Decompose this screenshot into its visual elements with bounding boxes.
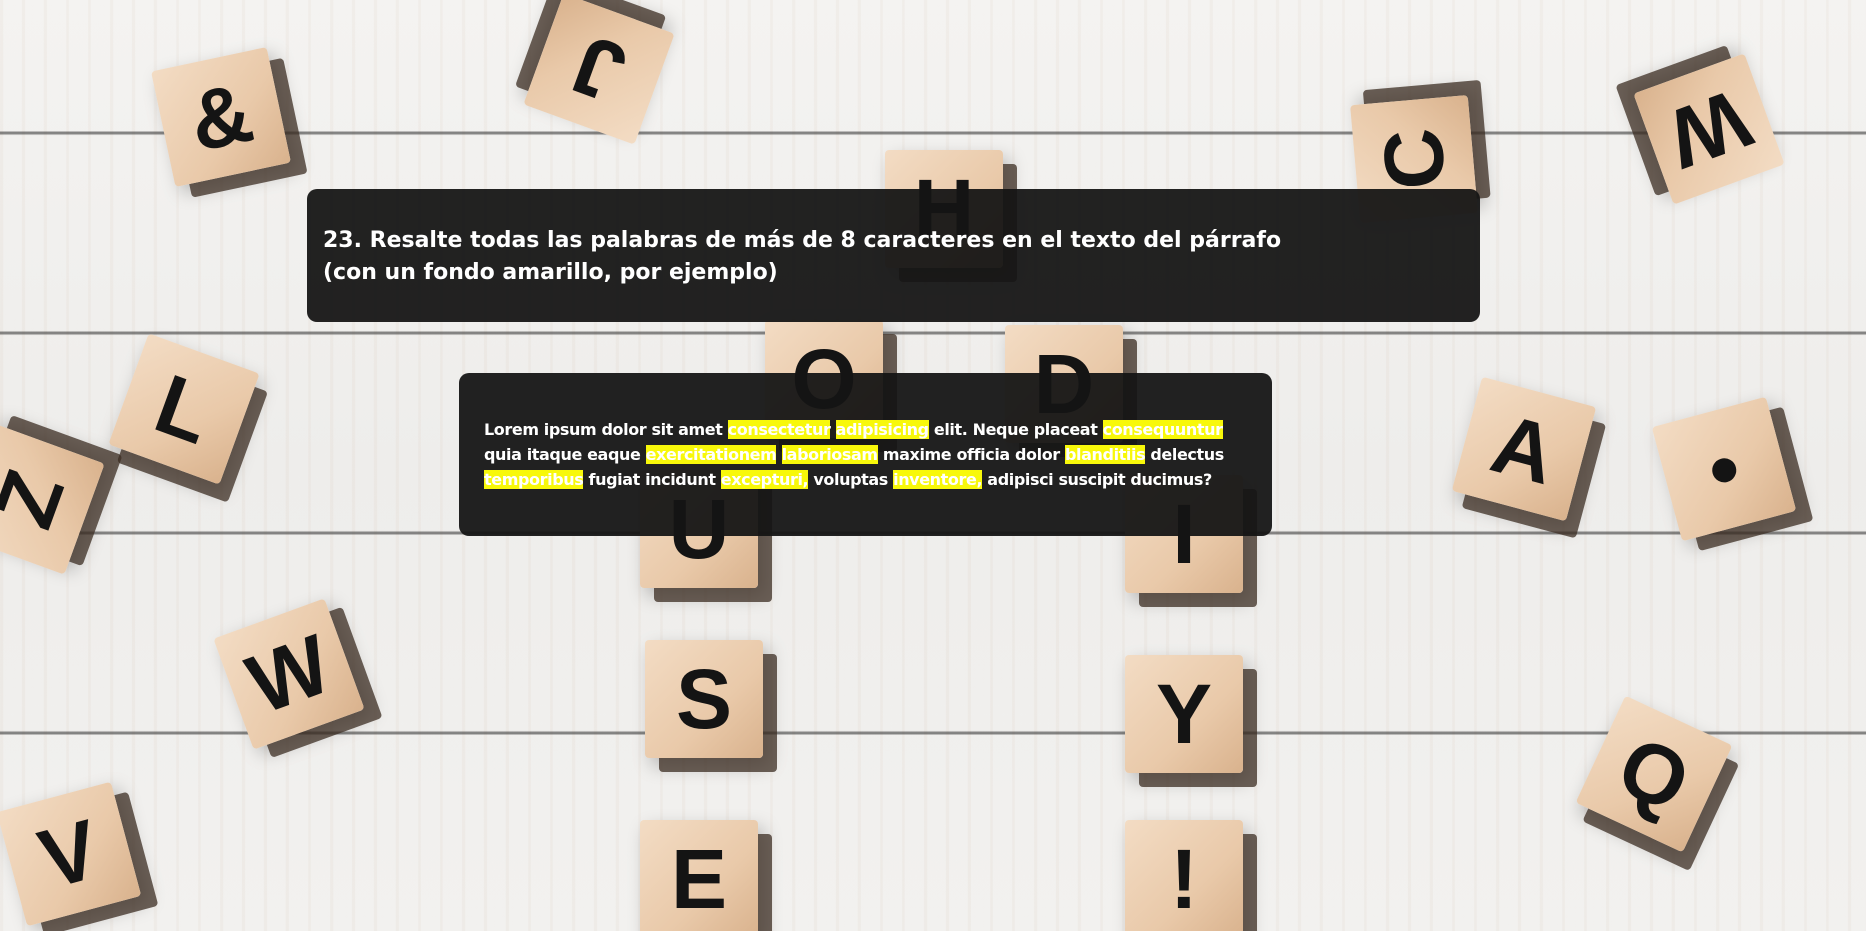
highlighted-word: temporibus xyxy=(484,470,584,489)
word: fugiat xyxy=(588,470,641,489)
word: sit xyxy=(651,420,673,439)
word: amet xyxy=(678,420,723,439)
word: elit. xyxy=(933,420,968,439)
letter-block: J xyxy=(523,0,675,145)
highlighted-word: exercitationem xyxy=(645,445,777,464)
letter-block: W xyxy=(1633,53,1785,205)
letter-block: Q xyxy=(1575,695,1733,853)
word: placeat xyxy=(1033,420,1098,439)
paragraph-card: Lorem ipsum dolor sit amet consectetur a… xyxy=(459,373,1272,536)
word: maxime xyxy=(882,445,952,464)
highlighted-word: excepturi, xyxy=(720,470,809,489)
word: itaque xyxy=(526,445,583,464)
lorem-paragraph: Lorem ipsum dolor sit amet consectetur a… xyxy=(484,417,1248,492)
word: officia xyxy=(956,445,1010,464)
letter-block: V xyxy=(0,781,142,927)
letter-block: • xyxy=(1651,396,1797,542)
word: incidunt xyxy=(645,470,716,489)
highlighted-word: laboriosam xyxy=(781,445,878,464)
word: suscipit xyxy=(1058,470,1126,489)
letter-block: W xyxy=(213,598,365,750)
letter-block: A xyxy=(1451,376,1597,522)
word: eaque xyxy=(587,445,641,464)
exercise-title: 23. Resalte todas las palabras de más de… xyxy=(323,225,1464,289)
letter-block: L xyxy=(108,333,260,485)
letter-block: Y xyxy=(1125,655,1243,773)
word: Neque xyxy=(972,420,1029,439)
exercise-title-line-2: (con un fondo amarillo, por ejemplo) xyxy=(323,260,778,285)
word: adipisci xyxy=(987,470,1054,489)
highlighted-word: blanditiis xyxy=(1064,445,1146,464)
letter-block: S xyxy=(645,640,763,758)
exercise-title-card: 23. Resalte todas las palabras de más de… xyxy=(307,189,1480,322)
exercise-title-line-1: 23. Resalte todas las palabras de más de… xyxy=(323,228,1282,253)
word: ipsum xyxy=(543,420,597,439)
letter-block: & xyxy=(151,47,291,187)
letter-block: ! xyxy=(1125,820,1243,931)
word: dolor xyxy=(1014,445,1060,464)
word: voluptas xyxy=(813,470,888,489)
highlighted-word: consequuntur xyxy=(1102,420,1223,439)
letter-block: Z xyxy=(0,423,105,575)
word: ducimus? xyxy=(1130,470,1212,489)
highlighted-word: adipisicing xyxy=(835,420,929,439)
highlighted-word: consectetur xyxy=(727,420,831,439)
letter-block: E xyxy=(640,820,758,931)
word: Lorem xyxy=(484,420,539,439)
highlighted-word: inventore, xyxy=(893,470,983,489)
word: dolor xyxy=(601,420,647,439)
word: delectus xyxy=(1150,445,1224,464)
word: quia xyxy=(484,445,522,464)
